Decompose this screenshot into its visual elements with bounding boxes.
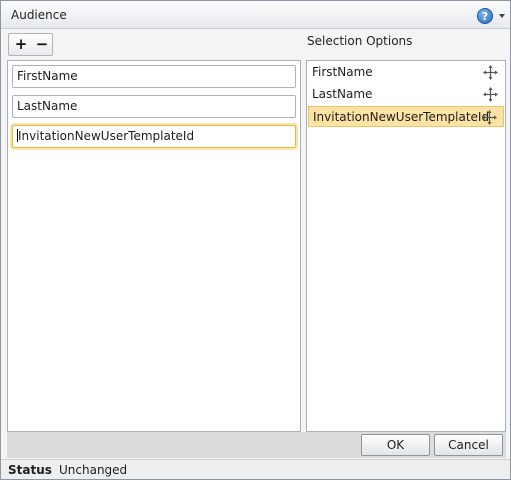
field-input-firstname[interactable]: FirstName [12,65,296,88]
field-input-value: InvitationNewUserTemplateId [18,129,195,143]
field-input-value: LastName [17,99,78,113]
option-label: InvitationNewUserTemplateId [313,110,490,124]
status-label: Status [8,463,52,477]
ok-button[interactable]: OK [361,434,430,456]
selection-options-header: Selection Options [307,34,413,48]
move-icon[interactable] [482,110,497,125]
status-bar: Status Unchanged [1,459,510,479]
audience-fields-panel: FirstName LastName InvitationNewUserTemp… [7,60,301,432]
move-icon[interactable] [483,65,498,80]
option-item-lastname[interactable]: LastName [308,84,504,105]
option-item-invitationnewusertemplateid[interactable]: InvitationNewUserTemplateId [308,106,504,127]
move-icon[interactable] [483,87,498,102]
dialog-footer: OK Cancel [7,432,506,458]
remove-field-button[interactable]: − [33,36,51,54]
option-item-firstname[interactable]: FirstName [308,62,504,83]
field-input-invitationnewusertemplateid[interactable]: InvitationNewUserTemplateId [12,125,296,148]
dropdown-arrow-icon[interactable] [499,14,505,18]
status-value: Unchanged [59,463,128,477]
add-field-button[interactable]: + [12,36,30,54]
field-input-lastname[interactable]: LastName [12,95,296,118]
field-toolbar: + − [8,33,53,56]
help-icon[interactable]: ? [477,8,493,24]
field-input-value: FirstName [17,69,78,83]
option-label: FirstName [312,65,373,79]
title-bar: Audience ? [1,1,510,29]
dialog-title: Audience [11,8,67,22]
cancel-button[interactable]: Cancel [434,434,503,456]
audience-dialog: Audience ? + − FirstName LastName Invita… [0,0,511,480]
selection-options-list: FirstName LastName InvitationNewUserTemp… [306,60,506,432]
option-label: LastName [312,87,373,101]
